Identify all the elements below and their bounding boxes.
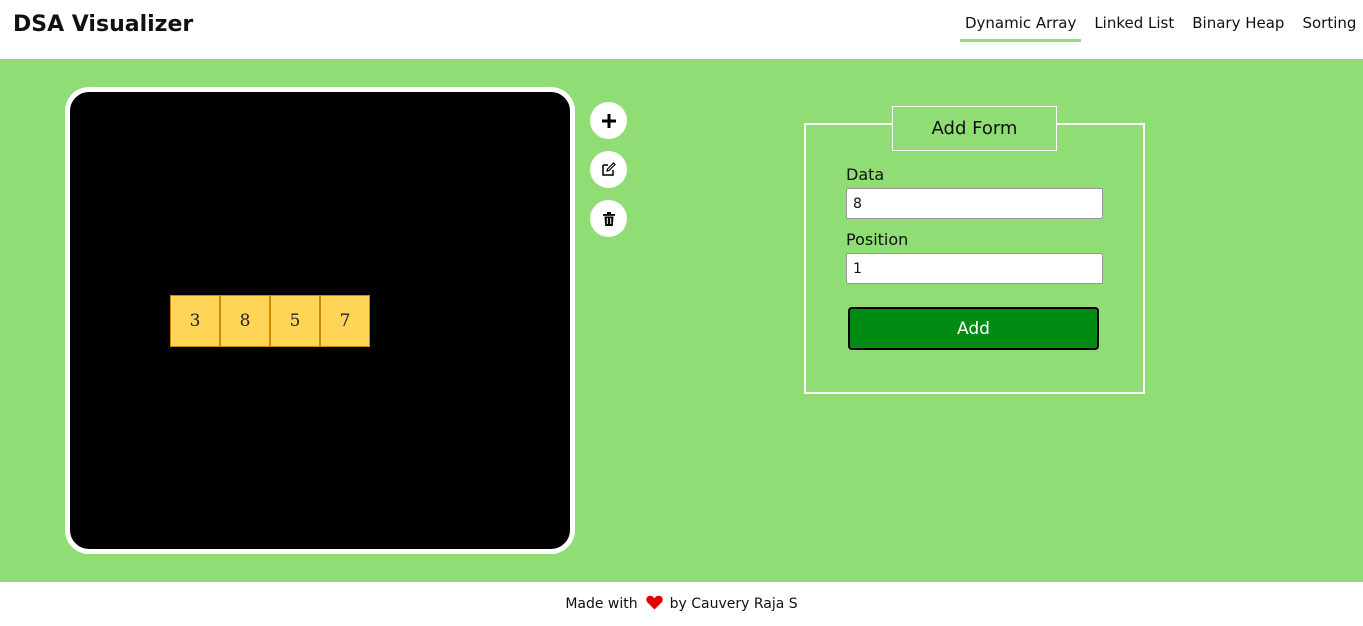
array-cell: 8	[220, 295, 270, 347]
footer: Made with by Cauvery Raja S	[0, 582, 1363, 626]
position-input[interactable]	[846, 253, 1103, 284]
nav-sorting[interactable]: Sorting	[1297, 14, 1361, 42]
nav-dynamic-array[interactable]: Dynamic Array	[960, 14, 1082, 42]
array-cell: 3	[170, 295, 220, 347]
position-label: Position	[846, 230, 909, 249]
app-title[interactable]: DSA Visualizer	[13, 12, 193, 37]
main-nav: Dynamic Array Linked List Binary Heap So…	[960, 14, 1363, 42]
add-button[interactable]: Add	[848, 307, 1099, 350]
footer-credit: by Cauvery Raja S	[669, 596, 798, 612]
edit-icon	[601, 162, 616, 177]
trash-icon	[602, 211, 615, 226]
main-area: 3 8 5 7 Add Form Data 8 Position 1 Add	[0, 59, 1363, 582]
edit-tool-button[interactable]	[590, 151, 627, 188]
data-label: Data	[846, 165, 885, 184]
form-title: Add Form	[892, 106, 1057, 151]
nav-linked-list[interactable]: Linked List	[1089, 14, 1179, 42]
plus-icon	[601, 113, 616, 128]
visualizer-canvas: 3 8 5 7	[65, 87, 575, 554]
add-tool-button[interactable]	[590, 102, 627, 139]
array-cell: 5	[270, 295, 320, 347]
nav-binary-heap[interactable]: Binary Heap	[1187, 14, 1289, 42]
array-cells: 3 8 5 7	[170, 295, 370, 347]
delete-tool-button[interactable]	[590, 200, 627, 237]
footer-prefix: Made with	[565, 596, 638, 612]
top-navbar: DSA Visualizer Dynamic Array Linked List…	[0, 0, 1363, 59]
heart-icon	[645, 595, 663, 614]
array-cell: 7	[320, 295, 370, 347]
data-input[interactable]	[846, 188, 1103, 219]
